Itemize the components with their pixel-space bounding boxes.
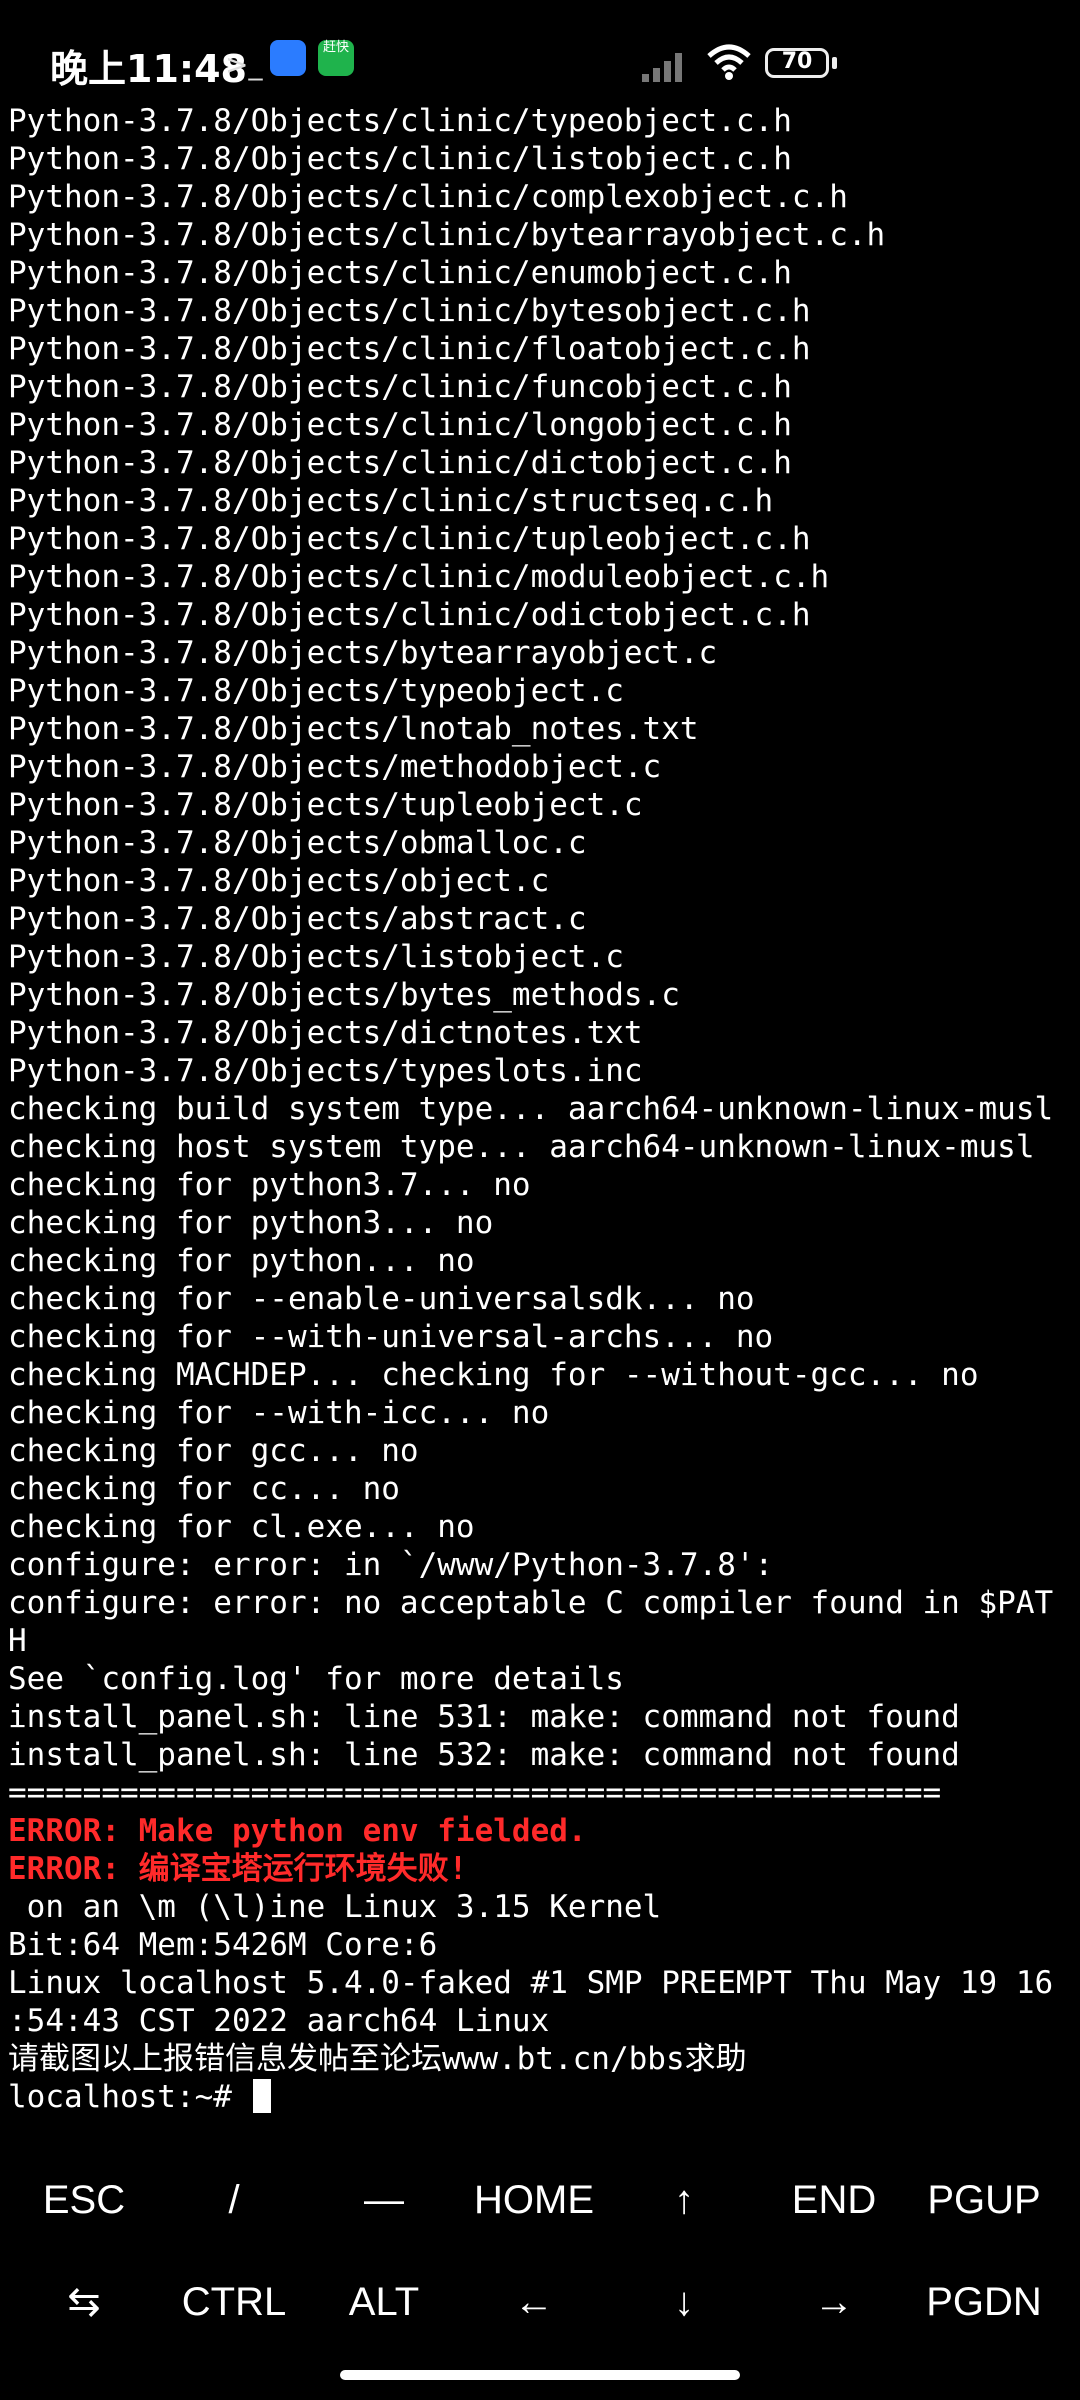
terminal-line: Python-3.7.8/Objects/obmalloc.c (8, 825, 587, 861)
terminal-line: checking MACHDEP... checking for --witho… (8, 1357, 979, 1393)
terminal-line: Python-3.7.8/Objects/clinic/complexobjec… (8, 179, 848, 215)
terminal-line: Linux localhost 5.4.0-faked #1 SMP PREEM… (8, 1965, 1054, 2001)
extra-keys-row-1: ESC / — HOME ↑ END PGUP (0, 2160, 1080, 2240)
key-5-row2[interactable]: ↓ (608, 2262, 760, 2342)
terminal-line: Python-3.7.8/Objects/object.c (8, 863, 550, 899)
terminal-line: Python-3.7.8/Objects/tupleobject.c (8, 787, 643, 823)
key-4-row2[interactable]: ← (458, 2262, 610, 2342)
terminal-line: Python-3.7.8/Objects/abstract.c (8, 901, 587, 937)
terminal-output[interactable]: Python-3.7.8/Objects/clinic/typeobject.c… (8, 102, 1078, 2116)
key-1-row2[interactable]: ⇆ (8, 2262, 160, 2342)
terminal-prompt-line[interactable]: localhost:~# (8, 2078, 1078, 2116)
terminal-line: ========================================… (8, 1775, 942, 1811)
terminal-line: Python-3.7.8/Objects/bytearrayobject.c (8, 635, 718, 671)
terminal-line: checking for --with-universal-archs... n… (8, 1319, 774, 1355)
terminal-line: Python-3.7.8/Objects/clinic/dictobject.c… (8, 445, 792, 481)
terminal-line: install_panel.sh: line 532: make: comman… (8, 1737, 960, 1773)
terminal-line: Python-3.7.8/Objects/clinic/funcobject.c… (8, 369, 792, 405)
key-6-row2[interactable]: → (758, 2262, 910, 2342)
terminal-line: Python-3.7.8/Objects/typeobject.c (8, 673, 624, 709)
key-6-row1[interactable]: END (758, 2160, 910, 2240)
notification-app-badge: 赶快 (318, 40, 354, 76)
terminal-line: See `config.log' for more details (8, 1661, 624, 1697)
cellular-signal-icon (642, 53, 682, 82)
terminal-line: Python-3.7.8/Objects/listobject.c (8, 939, 624, 975)
battery-tip (832, 57, 837, 69)
terminal-line: Python-3.7.8/Objects/clinic/longobject.c… (8, 407, 792, 443)
terminal-line: Python-3.7.8/Objects/dictnotes.txt (8, 1015, 643, 1051)
terminal-line: Python-3.7.8/Objects/lnotab_notes.txt (8, 711, 699, 747)
key-2-row1[interactable]: / (158, 2160, 310, 2240)
key-7-row1[interactable]: PGUP (908, 2160, 1060, 2240)
terminal-line: Python-3.7.8/Objects/clinic/bytearrayobj… (8, 217, 886, 253)
terminal-line: Python-3.7.8/Objects/clinic/typeobject.c… (8, 103, 792, 139)
key-4-row1[interactable]: HOME (458, 2160, 610, 2240)
extra-keys-row-2: ⇆ CTRL ALT ← ↓ → PGDN (0, 2262, 1080, 2342)
terminal-line: checking build system type... aarch64-un… (8, 1091, 1054, 1127)
terminal-error-line: ERROR: Make python env fielded. (8, 1813, 587, 1849)
terminal-line: :54:43 CST 2022 aarch64 Linux (8, 2003, 550, 2039)
terminal-line: checking host system type... aarch64-unk… (8, 1129, 1035, 1165)
terminal-line: Python-3.7.8/Objects/typeslots.inc (8, 1053, 643, 1089)
terminal-line: checking for --enable-universalsdk... no (8, 1281, 755, 1317)
text-cursor (252, 2079, 271, 2113)
key-2-row2[interactable]: CTRL (158, 2262, 310, 2342)
terminal-line: Python-3.7.8/Objects/clinic/listobject.c… (8, 141, 792, 177)
notification-app-icon (270, 40, 306, 76)
terminal-line: checking for cc... no (8, 1471, 400, 1507)
battery-level: 70 (781, 49, 813, 74)
terminal-line: Python-3.7.8/Objects/methodobject.c (8, 749, 662, 785)
terminal-line: configure: error: in `/www/Python-3.7.8'… (8, 1547, 774, 1583)
terminal-line: Python-3.7.8/Objects/clinic/floatobject.… (8, 331, 811, 367)
terminal-line: Python-3.7.8/Objects/bytes_methods.c (8, 977, 680, 1013)
home-indicator[interactable] (340, 2370, 740, 2380)
terminal-line: Python-3.7.8/Objects/clinic/moduleobject… (8, 559, 830, 595)
key-7-row2[interactable]: PGDN (908, 2262, 1060, 2342)
terminal-error-line: ERROR: 编译宝塔运行环境失败! (8, 1851, 468, 1887)
key-3-row2[interactable]: ALT (308, 2262, 460, 2342)
terminal-line: Python-3.7.8/Objects/clinic/structseq.c.… (8, 483, 774, 519)
terminal-line: checking for --with-icc... no (8, 1395, 550, 1431)
key-5-row1[interactable]: ↑ (608, 2160, 760, 2240)
key-3-row1[interactable]: — (308, 2160, 460, 2240)
terminal-line: install_panel.sh: line 531: make: comman… (8, 1699, 960, 1735)
terminal-line: Python-3.7.8/Objects/clinic/enumobject.c… (8, 255, 792, 291)
terminal-line: checking for python3... no (8, 1205, 494, 1241)
battery-icon: 70 (765, 48, 829, 78)
terminal-line: configure: error: no acceptable C compil… (8, 1585, 1054, 1621)
status-time: 晚上11:48 (50, 47, 247, 91)
status-bar: 晚上11:48 >_ 赶快 70 (0, 0, 1080, 100)
terminal-line: 请截图以上报错信息发帖至论坛www.bt.cn/bbs求助 (8, 2041, 747, 2077)
key-1-row1[interactable]: ESC (8, 2160, 160, 2240)
terminal-line: Python-3.7.8/Objects/clinic/bytesobject.… (8, 293, 811, 329)
terminal-app-icon: >_ (225, 48, 263, 81)
shell-prompt: localhost:~# (8, 2079, 251, 2115)
terminal-line: H (8, 1623, 27, 1659)
terminal-line: checking for gcc... no (8, 1433, 419, 1469)
terminal-line: on an \m (\l)ine Linux 3.15 Kernel (8, 1889, 662, 1925)
terminal-line: checking for python3.7... no (8, 1167, 531, 1203)
wifi-icon (707, 44, 751, 80)
terminal-line: checking for cl.exe... no (8, 1509, 475, 1545)
terminal-line: checking for python... no (8, 1243, 475, 1279)
terminal-line: Bit:64 Mem:5426M Core:6 (8, 1927, 438, 1963)
terminal-line: Python-3.7.8/Objects/clinic/tupleobject.… (8, 521, 811, 557)
terminal-line: Python-3.7.8/Objects/clinic/odictobject.… (8, 597, 811, 633)
